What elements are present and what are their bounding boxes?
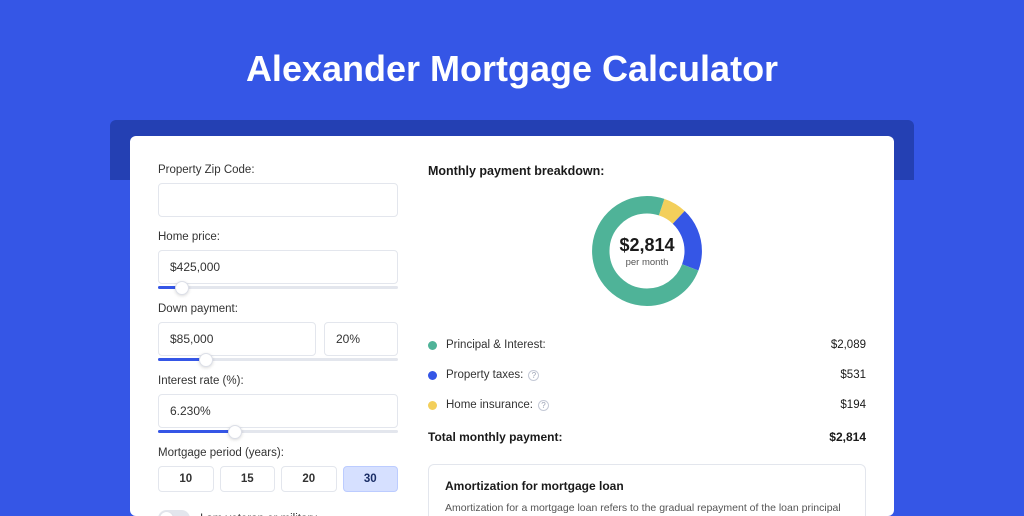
period-btn-30[interactable]: 30 <box>343 466 399 492</box>
form-panel: Property Zip Code: Home price: Down paym… <box>158 164 398 516</box>
breakdown-label: Home insurance:? <box>446 399 549 411</box>
breakdown-header: Monthly payment breakdown: <box>428 164 866 178</box>
down-percent-input[interactable] <box>324 322 398 356</box>
info-icon[interactable]: ? <box>528 370 539 381</box>
total-value: $2,814 <box>829 430 866 444</box>
breakdown-row-0: Principal & Interest: $2,089 <box>428 330 866 360</box>
donut-amount: $2,814 <box>619 235 674 256</box>
period-btn-20[interactable]: 20 <box>281 466 337 492</box>
field-interest-rate: Interest rate (%): <box>158 375 398 433</box>
price-slider[interactable] <box>158 286 398 289</box>
breakdown-label: Property taxes:? <box>446 369 539 381</box>
legend-dot-icon <box>428 401 437 410</box>
field-mortgage-period: Mortgage period (years): 10152030 <box>158 447 398 492</box>
legend-dot-icon <box>428 371 437 380</box>
rate-input[interactable] <box>158 394 398 428</box>
field-zip: Property Zip Code: <box>158 164 398 217</box>
down-slider-thumb[interactable] <box>199 353 213 367</box>
amortization-box: Amortization for mortgage loan Amortizat… <box>428 464 866 516</box>
legend-dot-icon <box>428 341 437 350</box>
calculator-card: Property Zip Code: Home price: Down paym… <box>130 136 894 516</box>
donut-chart: $2,814 per month <box>586 190 708 312</box>
breakdown-panel: Monthly payment breakdown: $2,814 per mo… <box>428 164 866 516</box>
rate-slider-thumb[interactable] <box>228 425 242 439</box>
amortization-title: Amortization for mortgage loan <box>445 479 849 493</box>
price-label: Home price: <box>158 231 398 243</box>
breakdown-row-2: Home insurance:? $194 <box>428 390 866 420</box>
price-slider-thumb[interactable] <box>175 281 189 295</box>
period-label: Mortgage period (years): <box>158 447 398 459</box>
rate-slider-fill <box>158 430 235 433</box>
amortization-body: Amortization for a mortgage loan refers … <box>445 501 849 516</box>
breakdown-value: $2,089 <box>831 339 866 351</box>
veteran-row: I am veteran or military <box>158 510 398 516</box>
total-row: Total monthly payment: $2,814 <box>428 420 866 458</box>
veteran-label: I am veteran or military <box>200 513 317 516</box>
veteran-toggle[interactable] <box>158 510 190 516</box>
price-input[interactable] <box>158 250 398 284</box>
info-icon[interactable]: ? <box>538 400 549 411</box>
breakdown-list: Principal & Interest: $2,089 Property taxe… <box>428 330 866 420</box>
page-title: Alexander Mortgage Calculator <box>130 48 894 90</box>
down-amount-input[interactable] <box>158 322 316 356</box>
rate-label: Interest rate (%): <box>158 375 398 387</box>
period-btn-15[interactable]: 15 <box>220 466 276 492</box>
down-slider[interactable] <box>158 358 398 361</box>
breakdown-value: $531 <box>840 369 866 381</box>
donut-center: $2,814 per month <box>586 190 708 312</box>
breakdown-label: Principal & Interest: <box>446 339 546 351</box>
field-down-payment: Down payment: <box>158 303 398 361</box>
period-group: 10152030 <box>158 466 398 492</box>
veteran-toggle-knob <box>160 512 173 516</box>
field-home-price: Home price: <box>158 231 398 289</box>
total-label: Total monthly payment: <box>428 430 562 444</box>
zip-label: Property Zip Code: <box>158 164 398 176</box>
down-label: Down payment: <box>158 303 398 315</box>
breakdown-value: $194 <box>840 399 866 411</box>
donut-sub: per month <box>626 257 669 268</box>
zip-input[interactable] <box>158 183 398 217</box>
rate-slider[interactable] <box>158 430 398 433</box>
period-btn-10[interactable]: 10 <box>158 466 214 492</box>
breakdown-row-1: Property taxes:? $531 <box>428 360 866 390</box>
